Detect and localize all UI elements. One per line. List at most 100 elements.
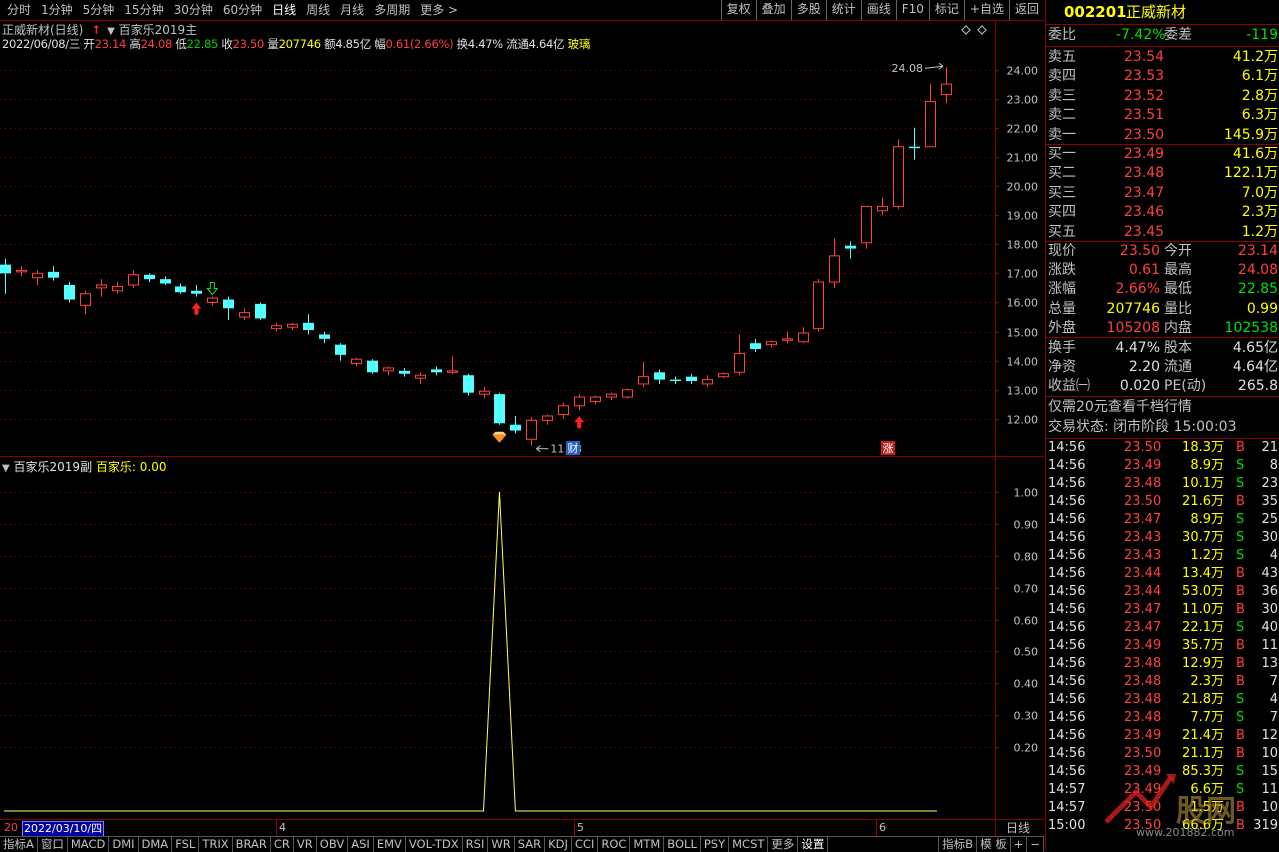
tick-count: 7 xyxy=(1269,674,1278,689)
ask-row: 卖五 23.54 41.2万 xyxy=(1046,48,1279,67)
tick-price: 23.48 xyxy=(1124,476,1162,491)
cursor-date: 2022/03/10/四 xyxy=(22,821,105,837)
candle-body xyxy=(813,281,824,330)
candle-body xyxy=(335,344,346,355)
indicator-tab-5[interactable]: FSL xyxy=(172,837,200,852)
stat-value: 0.99 xyxy=(1246,300,1278,317)
stock-name: 正威新材 xyxy=(1126,3,1187,21)
candle xyxy=(829,238,840,288)
indicator-tab-15[interactable]: WR xyxy=(488,837,515,852)
indicator-tab-13[interactable]: VOL-TDX xyxy=(406,837,463,852)
bid-row: 买三 23.47 7.0万 xyxy=(1046,184,1279,203)
candle xyxy=(542,414,553,425)
grid-lines xyxy=(0,21,1044,836)
indicator-tab-17[interactable]: KDJ xyxy=(545,837,572,852)
tick-volume: 8.9万 xyxy=(1190,512,1224,527)
candle xyxy=(463,373,474,396)
indicator-tab-19[interactable]: ROC xyxy=(598,837,631,852)
indicator-tab-0[interactable]: 指标A xyxy=(0,837,38,852)
indicator-tab-24[interactable]: 更多 xyxy=(768,837,799,852)
tick-direction: B xyxy=(1236,440,1245,455)
tick-volume: 2.3万 xyxy=(1190,674,1224,689)
tick-price: 23.48 xyxy=(1124,674,1162,689)
tick-price: 23.44 xyxy=(1124,566,1162,581)
tab-right-3[interactable]: − xyxy=(1027,837,1044,852)
indicator-tab-9[interactable]: VR xyxy=(294,837,317,852)
indicator-tab-12[interactable]: EMV xyxy=(374,837,406,852)
tick-count: 36 xyxy=(1261,584,1278,599)
tick-time: 14:57 xyxy=(1048,782,1086,797)
candle xyxy=(415,372,426,384)
indicator-tabs: 指标A 窗口 MACD DMI DMA FSL TRIX BRAR CR VR OBV ASI EMV V… xyxy=(0,836,1044,852)
candle xyxy=(144,273,155,283)
tick-price: 23.50 xyxy=(1124,746,1162,761)
candle xyxy=(925,84,936,148)
tab-right-2[interactable]: + xyxy=(1011,837,1028,852)
candle-body xyxy=(175,286,186,293)
candle xyxy=(622,388,633,399)
tick-row: 14:56 23.49 35.7万 B 11 xyxy=(1046,637,1279,655)
diamond-outline-icon xyxy=(961,25,971,35)
sub-indicator-name[interactable]: 百家乐2019副 xyxy=(14,460,93,474)
tick-direction: B xyxy=(1236,800,1245,815)
indicator-tab-10[interactable]: OBV xyxy=(317,837,349,852)
bid-price: 23.45 xyxy=(1124,223,1165,240)
stats-row: 涨跌 0.61 最高 24.08 xyxy=(1046,261,1279,280)
indicator-tab-11[interactable]: ASI xyxy=(348,837,374,852)
indicator-tab-16[interactable]: SAR xyxy=(515,837,546,852)
indicator-tab-25[interactable]: 设置 xyxy=(798,837,829,852)
candle xyxy=(877,197,888,216)
indicator-tab-23[interactable]: MCST xyxy=(729,837,769,852)
indicator-tab-1[interactable]: 窗口 xyxy=(38,837,68,852)
candle xyxy=(510,415,521,434)
candle xyxy=(287,322,298,331)
main-tick-label: 23.00 xyxy=(1007,94,1039,107)
candle xyxy=(909,127,920,160)
bid-label: 买二 xyxy=(1048,165,1076,182)
candle-body xyxy=(128,274,139,286)
candle-body xyxy=(542,415,553,421)
candle-body xyxy=(96,284,107,289)
tick-count: 10 xyxy=(1261,800,1278,815)
wb-value: -7.42% xyxy=(1116,27,1166,43)
stat-label: 总量 xyxy=(1048,300,1076,317)
main-tick-label: 12.00 xyxy=(1007,414,1039,427)
tick-count: 35 xyxy=(1261,494,1278,509)
stat-label: 内盘 xyxy=(1164,319,1192,336)
candle-body xyxy=(447,370,458,373)
candle-body xyxy=(909,146,920,149)
indicator-tab-14[interactable]: RSI xyxy=(463,837,489,852)
bid-row: 买五 23.45 1.2万 xyxy=(1046,223,1279,242)
tick-direction: B xyxy=(1236,746,1245,761)
tick-time: 14:56 xyxy=(1048,638,1086,653)
tab-right-0[interactable]: 指标B xyxy=(939,837,978,852)
bid-row: 买二 23.48 122.1万 xyxy=(1046,164,1279,183)
tick-direction: B xyxy=(1236,494,1245,509)
tick-time: 14:56 xyxy=(1048,476,1086,491)
event-marker-label: 财 xyxy=(568,441,579,455)
indicator-tab-3[interactable]: DMI xyxy=(109,837,139,852)
sub-collapse-icon[interactable]: ▼ xyxy=(2,463,10,474)
indicator-tab-2[interactable]: MACD xyxy=(68,837,110,852)
promo-link[interactable]: 仅需20元查看千档行情 xyxy=(1048,398,1192,417)
indicator-tab-7[interactable]: BRAR xyxy=(233,837,271,852)
tab-right-1[interactable]: 模 板 xyxy=(977,837,1011,852)
indicator-tab-6[interactable]: TRIX xyxy=(199,837,233,852)
indicator-tab-18[interactable]: CCI xyxy=(572,837,599,852)
stat-label: 今开 xyxy=(1164,243,1192,259)
indicator-tab-21[interactable]: BOLL xyxy=(664,837,701,852)
chart-area: 分时 1分钟 5分钟 15分钟 30分钟 60分钟 日线 周线 月线 多周期 更多 > 复权 叠加 多股… xyxy=(0,0,1044,852)
indicator-tab-4[interactable]: DMA xyxy=(139,837,173,852)
tick-count: 23 xyxy=(1261,476,1278,491)
candle-body xyxy=(686,376,697,382)
bid-label: 买三 xyxy=(1048,184,1076,201)
candle-body xyxy=(303,322,314,331)
candle-body xyxy=(207,297,218,303)
candle xyxy=(702,375,713,387)
indicator-tab-22[interactable]: PSY xyxy=(701,837,730,852)
tick-direction: B xyxy=(1236,656,1245,671)
indicator-tab-20[interactable]: MTM xyxy=(630,837,665,852)
indicator-tab-8[interactable]: CR xyxy=(271,837,294,852)
candle-body xyxy=(191,290,202,294)
chart-canvas[interactable]: 11.0824.08财涨 24.0023.0022.0021.0020.0019… xyxy=(0,0,1044,836)
